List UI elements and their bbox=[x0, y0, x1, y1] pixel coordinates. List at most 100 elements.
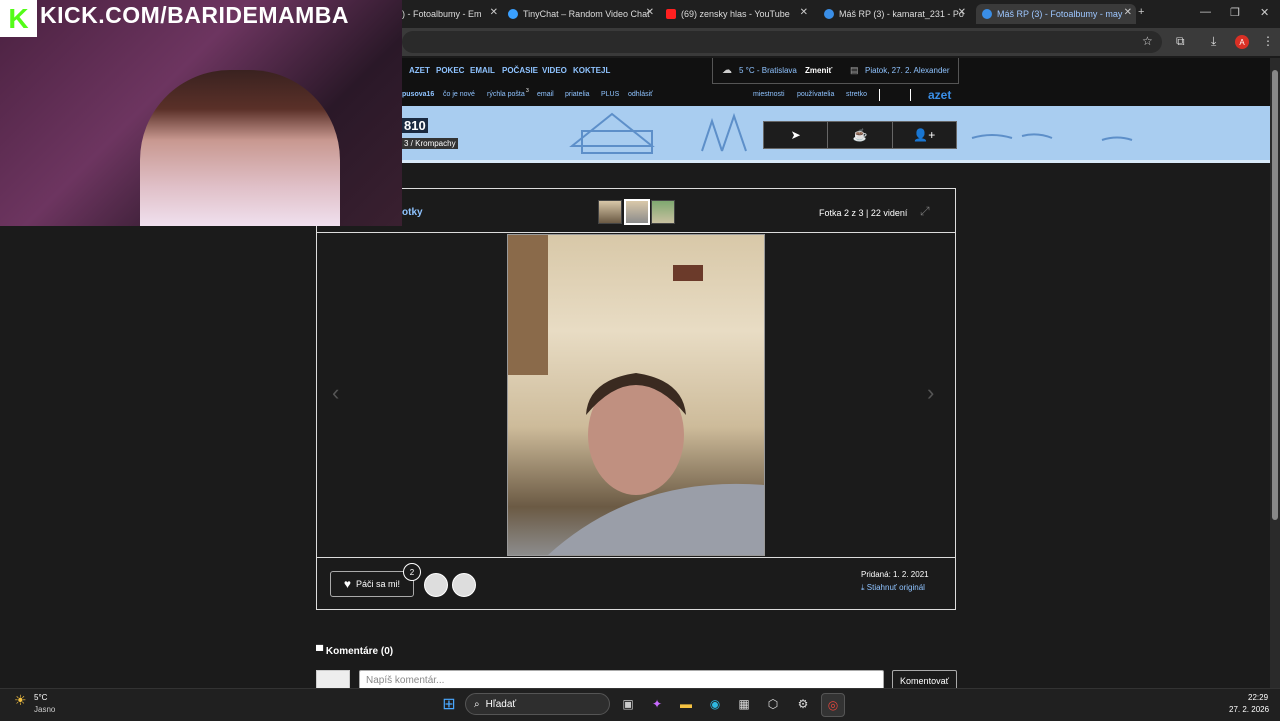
thumbnail-selected[interactable] bbox=[624, 199, 650, 225]
profile-location: 3 / Krompachy bbox=[402, 138, 458, 149]
search-label: Hľadať bbox=[485, 698, 517, 710]
app-icon[interactable]: ⬡ bbox=[762, 693, 784, 715]
stream-url: KICK.COM/BARIDEMAMBA bbox=[40, 2, 349, 28]
weather-sun-icon[interactable]: ☀ bbox=[14, 692, 27, 709]
download-original-link[interactable]: ⤓ Stiahnuť originál bbox=[861, 583, 925, 593]
nav-pocasie[interactable]: POČASIE bbox=[502, 66, 538, 75]
taskbar-weather[interactable]: Jasno bbox=[34, 705, 55, 714]
download-icon[interactable]: ⤓ bbox=[1211, 34, 1216, 49]
streamer-image bbox=[140, 70, 340, 226]
browser-tab-active[interactable]: Máš RP (3) - Fotoalbumy - may ✕ bbox=[976, 4, 1136, 24]
nav-koktejl[interactable]: KOKTEJL bbox=[573, 66, 610, 75]
users-link[interactable]: používatelia bbox=[797, 91, 834, 98]
chrome-icon[interactable]: ◎ bbox=[821, 693, 845, 717]
taskbar-search[interactable]: ⌕ Hľadať bbox=[465, 693, 610, 715]
start-icon[interactable]: ⊞ bbox=[438, 693, 460, 715]
send-message-button[interactable]: ➤ bbox=[764, 122, 829, 148]
tab-label: (69) zensky hlas - YouTube bbox=[681, 9, 790, 19]
browser-tab[interactable]: Máš RP (3) - kamarat_231 - Po ✕ bbox=[824, 4, 970, 24]
meetings-link[interactable]: stretko bbox=[846, 91, 867, 98]
pokec-icon bbox=[824, 9, 834, 19]
email-link[interactable]: email bbox=[537, 91, 554, 98]
extensions-icon[interactable]: ⧉ bbox=[1176, 34, 1185, 49]
copilot-icon[interactable]: ✦ bbox=[646, 693, 668, 715]
new-tab-button[interactable]: + bbox=[1138, 6, 1144, 18]
windows-taskbar bbox=[0, 688, 1280, 721]
close-tab-icon[interactable]: ✕ bbox=[646, 7, 654, 18]
bookmark-star-icon[interactable]: ☆ bbox=[1142, 34, 1153, 48]
browser-tab[interactable]: (69) zensky hlas - YouTube ✕ bbox=[666, 4, 812, 24]
azet-logo[interactable]: azet bbox=[928, 88, 951, 102]
menu-kebab-icon[interactable]: ⋮ bbox=[1262, 34, 1274, 48]
add-friend-button[interactable]: 👤+ bbox=[893, 122, 956, 148]
quick-mail-link[interactable]: rýchla pošta bbox=[487, 91, 525, 98]
clock-time[interactable]: 22:29 bbox=[1248, 693, 1268, 702]
close-tab-icon[interactable]: ✕ bbox=[1124, 7, 1132, 18]
clock-date[interactable]: 27. 2. 2026 bbox=[1229, 705, 1269, 714]
nav-email[interactable]: EMAIL bbox=[470, 66, 495, 75]
comment-input[interactable]: Napíš komentár... bbox=[359, 670, 884, 690]
comments-heading-label: Komentáre (0) bbox=[325, 646, 394, 657]
logout-link[interactable]: odhlásiť bbox=[628, 91, 653, 98]
close-tab-icon[interactable]: ✕ bbox=[490, 7, 498, 18]
youtube-icon bbox=[666, 9, 676, 19]
coffee-button[interactable]: ☕ bbox=[828, 122, 893, 148]
restore-icon[interactable]: ❐ bbox=[1230, 6, 1240, 19]
liker-avatar[interactable] bbox=[452, 573, 476, 597]
prev-photo-icon[interactable]: ‹ bbox=[332, 380, 339, 406]
nav-azet[interactable]: AZET bbox=[409, 66, 430, 75]
rooms-link[interactable]: miestnosti bbox=[753, 91, 785, 98]
close-tab-icon[interactable]: ✕ bbox=[800, 7, 808, 18]
nav-video[interactable]: VIDEO bbox=[542, 66, 567, 75]
kick-logo: K bbox=[0, 0, 37, 37]
photo-counter: Fotka 2 z 3 | 22 videní bbox=[819, 208, 908, 218]
comments-heading: ▀ Komentáre (0) bbox=[316, 646, 393, 657]
close-tab-icon[interactable]: ✕ bbox=[958, 7, 966, 18]
added-date: Pridaná: 1. 2. 2021 bbox=[861, 570, 929, 579]
divider bbox=[879, 89, 880, 101]
comments-icon: ▀ bbox=[316, 646, 326, 657]
heart-icon: ♥ bbox=[343, 577, 352, 591]
browser-tab[interactable]: TinyChat – Random Video Chat ✕ bbox=[508, 4, 658, 24]
cloud-icon: ☁ bbox=[722, 65, 732, 76]
gallery-title[interactable]: otky bbox=[402, 207, 423, 218]
webcam-overlay bbox=[0, 0, 402, 226]
thumbnail[interactable] bbox=[651, 200, 675, 224]
coffee-cup-icon: ☕ bbox=[852, 128, 868, 142]
taskbar-temp[interactable]: 5°C bbox=[34, 693, 47, 702]
calendar-icon: ▤ bbox=[850, 65, 859, 75]
change-weather-link[interactable]: Zmeniť bbox=[805, 66, 832, 75]
date-text: Piatok, 27. 2. Alexander bbox=[865, 66, 950, 75]
main-photo[interactable] bbox=[507, 234, 765, 556]
username-link[interactable]: pusova16 bbox=[402, 91, 434, 98]
settings-icon[interactable]: ⚙ bbox=[792, 693, 814, 715]
like-label: Páči sa mi! bbox=[356, 579, 401, 589]
tab-label: Máš RP (3) - Fotoalbumy - may bbox=[997, 9, 1123, 19]
search-icon: ⌕ bbox=[474, 698, 480, 710]
profile-avatar[interactable]: A bbox=[1235, 35, 1249, 49]
nav-pokec[interactable]: POKEC bbox=[436, 66, 464, 75]
thumbnail[interactable] bbox=[598, 200, 622, 224]
browser-tab[interactable]: ) - Fotoalbumy - Em ✕ bbox=[402, 4, 502, 24]
plus-link[interactable]: PLUS bbox=[601, 91, 619, 98]
site-sub-nav bbox=[402, 84, 1270, 106]
scrollbar-thumb[interactable] bbox=[1272, 70, 1278, 520]
like-button[interactable]: ♥ Páči sa mi! bbox=[330, 571, 414, 597]
whats-new-link[interactable]: čo je nové bbox=[443, 91, 475, 98]
minimize-icon[interactable]: — bbox=[1200, 6, 1211, 18]
edge-icon[interactable]: ◉ bbox=[704, 693, 726, 715]
like-count-badge: 2 bbox=[403, 563, 421, 581]
store-icon[interactable]: ▦ bbox=[733, 693, 755, 715]
friends-link[interactable]: priatelia bbox=[565, 91, 590, 98]
address-bar[interactable] bbox=[402, 31, 1162, 53]
tab-label: Máš RP (3) - kamarat_231 - Po bbox=[839, 9, 964, 19]
next-photo-icon[interactable]: › bbox=[927, 380, 934, 406]
liker-avatar[interactable] bbox=[424, 573, 448, 597]
weather-text: 5 °C - Bratislava bbox=[739, 66, 797, 75]
close-window-icon[interactable]: ✕ bbox=[1260, 6, 1269, 19]
tab-label: ) - Fotoalbumy - Em bbox=[402, 9, 482, 19]
file-explorer-icon[interactable]: ▬ bbox=[675, 693, 697, 715]
divider bbox=[910, 89, 911, 101]
task-view-icon[interactable]: ▣ bbox=[617, 693, 639, 715]
fullscreen-icon[interactable]: ⤢ bbox=[920, 204, 930, 219]
